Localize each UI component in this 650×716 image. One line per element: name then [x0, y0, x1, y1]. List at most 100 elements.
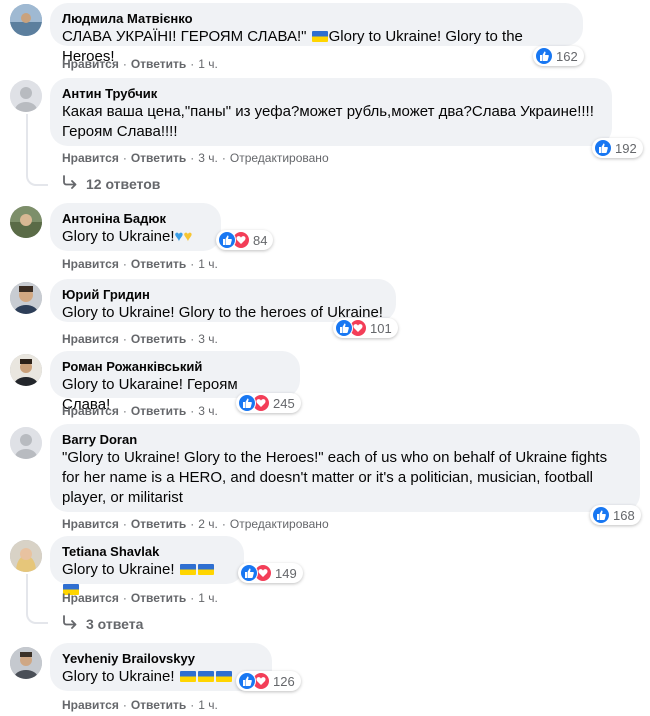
- comment-bubble: Barry Doran "Glory to Ukraine! Glory to …: [50, 424, 640, 512]
- reply-button[interactable]: Ответить: [131, 257, 186, 271]
- flag-ukraine-icon: [215, 671, 232, 682]
- like-icon: [592, 506, 610, 524]
- comment-author[interactable]: Антоніна Бадюк: [62, 210, 209, 227]
- reply-arrow-icon: [62, 615, 78, 632]
- like-button[interactable]: Нравится: [62, 404, 119, 418]
- like-button[interactable]: Нравится: [62, 517, 119, 531]
- reaction-count: 84: [253, 232, 268, 248]
- reaction-count: 126: [273, 673, 295, 689]
- timestamp[interactable]: 1 ч.: [198, 257, 218, 271]
- avatar[interactable]: [10, 427, 42, 459]
- reply-button[interactable]: Ответить: [131, 332, 186, 346]
- reaction-count: 192: [615, 140, 637, 156]
- avatar[interactable]: [10, 206, 42, 238]
- comment-text: Glory to Ukraine!♥♥: [62, 228, 193, 245]
- view-replies[interactable]: 12 ответов: [62, 175, 160, 192]
- comment-actions: Нравится · Ответить · 1 ч.: [62, 257, 218, 271]
- replies-count: 12 ответов: [86, 175, 161, 192]
- reactions-summary[interactable]: 245: [236, 393, 301, 413]
- like-button[interactable]: Нравится: [62, 57, 119, 71]
- reaction-count: 101: [370, 320, 392, 336]
- reaction-count: 245: [273, 395, 295, 411]
- reaction-count: 149: [275, 565, 297, 581]
- comment-author[interactable]: Юрий Гридин: [62, 286, 384, 303]
- timestamp[interactable]: 2 ч.: [198, 517, 218, 531]
- flag-ukraine-icon: [197, 671, 214, 682]
- reactions-summary[interactable]: 149: [238, 563, 303, 583]
- flag-ukraine-icon: [197, 564, 214, 575]
- edited-label: Отредактировано: [229, 151, 329, 165]
- like-button[interactable]: Нравится: [62, 591, 119, 605]
- reactions-summary[interactable]: 168: [590, 505, 641, 525]
- reply-arrow-icon: [62, 175, 78, 192]
- thread-line: [26, 574, 28, 614]
- avatar[interactable]: [10, 354, 42, 386]
- comment-bubble: Антоніна Бадюк Glory to Ukraine!♥♥: [50, 203, 221, 251]
- like-button[interactable]: Нравится: [62, 698, 119, 712]
- thread-line: [26, 174, 48, 186]
- reactions-summary[interactable]: 101: [333, 318, 398, 338]
- timestamp[interactable]: 3 ч.: [198, 151, 218, 165]
- flag-ukraine-icon: [179, 671, 196, 682]
- avatar[interactable]: [10, 80, 42, 112]
- avatar[interactable]: [10, 647, 42, 679]
- like-button[interactable]: Нравится: [62, 257, 119, 271]
- comment-bubble: Антин Трубчик Какая ваша цена,"паны" из …: [50, 78, 612, 146]
- timestamp[interactable]: 1 ч.: [198, 591, 218, 605]
- thread-line: [26, 612, 48, 624]
- comment-text: Glory to Ukraine!: [62, 667, 260, 687]
- comment-actions: Нравится · Ответить · 3 ч.: [62, 404, 218, 418]
- flag-ukraine-icon: [311, 31, 328, 42]
- like-icon: [218, 231, 236, 249]
- timestamp[interactable]: 3 ч.: [198, 332, 218, 346]
- comment-actions: Нравится · Ответить · 3 ч. · Отредактировано: [62, 151, 329, 165]
- replies-count: 3 ответа: [86, 615, 144, 632]
- comment-author[interactable]: Роман Рожанківський: [62, 358, 288, 375]
- comment-author[interactable]: Barry Doran: [62, 431, 628, 448]
- like-icon: [594, 139, 612, 157]
- comment-actions: Нравится · Ответить · 1 ч.: [62, 591, 218, 605]
- avatar[interactable]: [10, 282, 42, 314]
- comment-bubble: Роман Рожанківський Glory to Ukaraine! Г…: [50, 351, 300, 413]
- like-icon: [535, 47, 553, 65]
- reactions-summary[interactable]: 126: [236, 671, 301, 691]
- reactions-summary[interactable]: 162: [533, 46, 584, 66]
- thread-line: [26, 114, 28, 174]
- comment-bubble: Tetiana Shavlak Glory to Ukraine!: [50, 536, 244, 595]
- comment-actions: Нравится · Ответить · 1 ч.: [62, 57, 218, 71]
- comment-bubble: Юрий Гридин Glory to Ukraine! Glory to t…: [50, 279, 396, 322]
- comment-author[interactable]: Антин Трубчик: [62, 85, 600, 102]
- reply-button[interactable]: Ответить: [131, 698, 186, 712]
- comment-bubble: Людмила Матвієнко СЛАВА УКРАЇНІ! ГЕРОЯМ …: [50, 3, 583, 65]
- timestamp[interactable]: 1 ч.: [198, 698, 218, 712]
- reply-button[interactable]: Ответить: [131, 404, 186, 418]
- reaction-count: 162: [556, 48, 578, 64]
- reactions-summary[interactable]: 84: [216, 230, 274, 250]
- edited-label: Отредактировано: [229, 517, 329, 531]
- reply-button[interactable]: Ответить: [131, 517, 186, 531]
- reaction-count: 168: [613, 507, 635, 523]
- like-button[interactable]: Нравится: [62, 332, 119, 346]
- like-icon: [240, 564, 258, 582]
- view-replies[interactable]: 3 ответа: [62, 615, 143, 632]
- like-button[interactable]: Нравится: [62, 151, 119, 165]
- like-icon: [335, 319, 353, 337]
- timestamp[interactable]: 1 ч.: [198, 57, 218, 71]
- reply-button[interactable]: Ответить: [131, 151, 186, 165]
- flag-ukraine-icon: [179, 564, 196, 575]
- reply-button[interactable]: Ответить: [131, 591, 186, 605]
- comment-actions: Нравится · Ответить · 1 ч.: [62, 698, 218, 712]
- timestamp[interactable]: 3 ч.: [198, 404, 218, 418]
- comment-actions: Нравится · Ответить · 2 ч. · Отредактировано: [62, 517, 329, 531]
- comment-author[interactable]: Людмила Матвієнко: [62, 10, 571, 27]
- comment-actions: Нравится · Ответить · 3 ч.: [62, 332, 218, 346]
- avatar[interactable]: [10, 540, 42, 572]
- yellow-heart-icon: ♥: [183, 228, 193, 245]
- reply-button[interactable]: Ответить: [131, 57, 186, 71]
- comment-author[interactable]: Yevheniy Brailovskyy: [62, 650, 260, 667]
- comment-author[interactable]: Tetiana Shavlak: [62, 543, 232, 560]
- like-icon: [238, 672, 256, 690]
- avatar[interactable]: [10, 4, 42, 36]
- comment-text: "Glory to Ukraine! Glory to the Heroes!"…: [62, 449, 608, 506]
- reactions-summary[interactable]: 192: [592, 138, 643, 158]
